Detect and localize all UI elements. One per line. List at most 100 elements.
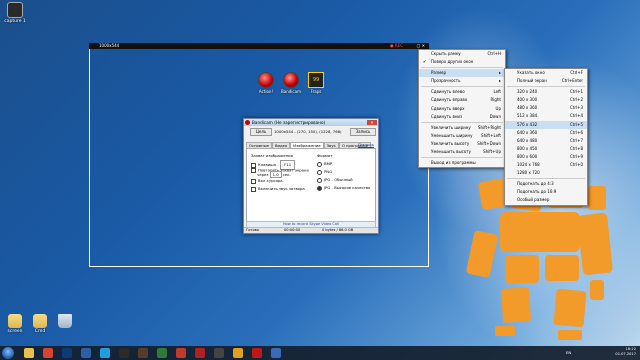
menu-item[interactable]: 1024 x 768 Ctrl+0 <box>505 161 587 169</box>
steam-icon[interactable] <box>119 348 129 358</box>
menu-item-shortcut: Ctrl+9 <box>569 153 583 159</box>
chrome-icon[interactable] <box>43 348 53 358</box>
app-icon-bandicam[interactable]: Bandicam <box>280 72 302 94</box>
explorer-icon[interactable] <box>24 348 34 358</box>
menu-item-label: Сдвинуть влево <box>431 89 465 95</box>
menu-item[interactable]: 800 x 600 Ctrl+9 <box>505 153 587 161</box>
desktop-icon-recycle[interactable] <box>52 314 78 329</box>
menu-item[interactable]: Скрыть рамку Ctrl+H <box>419 50 505 58</box>
menu-item-label: 576 x 432 <box>517 121 538 127</box>
desktop-icon-capture[interactable]: capture 1 <box>2 2 28 24</box>
menu-item[interactable]: 576 x 432 Ctrl+5 <box>505 120 587 129</box>
hotkey-checkbox[interactable] <box>251 162 256 168</box>
format-option-bmp[interactable]: BMP <box>317 160 370 168</box>
audio-icon[interactable] <box>271 348 281 358</box>
menu-item[interactable]: Увеличить ширину Shift+Right <box>419 124 505 132</box>
game-icon[interactable] <box>138 348 148 358</box>
menu-item-label: Поверх других окон <box>431 59 474 65</box>
format-option-png[interactable]: PNG <box>317 168 370 176</box>
menu-item-shortcut: Shift+Down <box>477 140 501 146</box>
menu-item[interactable]: ✔ Поверх других окон <box>419 58 505 66</box>
chrome2-icon[interactable] <box>233 348 243 358</box>
obs-icon[interactable] <box>214 348 224 358</box>
record-icon[interactable] <box>252 348 262 358</box>
word-icon[interactable] <box>157 348 167 358</box>
menu-item[interactable]: 800 x 450 Ctrl+8 <box>505 145 587 153</box>
menu-item[interactable]: Подогнать до 4:3 <box>505 180 587 188</box>
record-button[interactable]: Запись <box>350 128 376 136</box>
shutter-label: Включить звук затвора <box>258 186 305 191</box>
menu-item-label: 320 x 240 <box>517 89 538 95</box>
ps-icon[interactable] <box>81 348 91 358</box>
menu-item[interactable]: Особый размер <box>505 196 587 204</box>
radio-button[interactable] <box>317 169 322 175</box>
help-link[interactable]: Помощь <box>358 142 374 147</box>
menu-item[interactable]: Указать окно Ctrl+F <box>505 69 587 77</box>
app-icon-fraps[interactable]: 99 Fraps <box>305 72 327 94</box>
menu-item-shortcut: Up <box>495 105 501 111</box>
menu-item[interactable]: Прозрачность ▸ <box>419 77 505 85</box>
menu-item[interactable]: Сдвинуть влево Left <box>419 88 505 96</box>
menu-item[interactable]: Выход из программы <box>419 159 505 167</box>
language-indicator[interactable]: EN <box>566 350 571 355</box>
menu-item[interactable]: Сдвинуть вверх Up <box>419 105 505 113</box>
menu-item-shortcut: Ctrl+2 <box>569 97 583 103</box>
target-button[interactable]: Цель <box>250 128 272 136</box>
media-icon[interactable] <box>176 348 186 358</box>
menu-item-label: Полный экран <box>517 78 547 84</box>
cursor-checkbox[interactable] <box>251 178 256 184</box>
menu-item-label: Прозрачность <box>431 78 461 84</box>
app-icon-action[interactable]: Action! <box>255 72 277 94</box>
menu-item[interactable]: 640 x 360 Ctrl+6 <box>505 129 587 137</box>
menu-item[interactable]: 512 x 384 Ctrl+4 <box>505 112 587 120</box>
menu-item[interactable]: Сдвинуть вправо Right <box>419 96 505 104</box>
bandicam-taskbar-icon[interactable] <box>195 348 205 358</box>
menu-item[interactable]: Полный экран Ctrl+Enter <box>505 77 587 85</box>
checkmark-icon: ✔ <box>423 59 427 65</box>
bandicam-status-bar: Готово 00:00:00 0 bytes / 86.0 GB <box>244 227 378 233</box>
desktop-icon-screen[interactable]: screen <box>2 314 28 334</box>
menu-item-label: Выход из программы <box>431 160 476 166</box>
menu-item[interactable]: Уменьшить ширину Shift+Left <box>419 132 505 140</box>
menu-separator <box>421 157 503 159</box>
capture-title-bar[interactable]: 1000x544 ● REC ▢ ✕ <box>89 43 429 49</box>
menu-item-label: Скрыть рамку <box>431 51 461 56</box>
radio-button-selected[interactable] <box>317 185 322 191</box>
photoshop-icon[interactable] <box>62 348 72 358</box>
menu-item-shortcut: Ctrl+6 <box>569 129 583 135</box>
close-icon[interactable]: ✕ <box>367 120 377 125</box>
format-option-jpg-high[interactable]: JPG - Высокое качество <box>317 184 370 192</box>
size-submenu: Указать окно Ctrl+F Полный экран Ctrl+Enter… <box>504 68 588 206</box>
radio-button[interactable] <box>317 177 322 183</box>
shutter-checkbox[interactable] <box>251 186 256 192</box>
cursor-row: Вкл курсора <box>251 177 309 185</box>
bandicam-title-bar[interactable]: Bandicam (Не зарегистрировано) ✕ <box>244 119 378 126</box>
repeat-checkbox[interactable] <box>251 168 256 173</box>
start-button-icon[interactable] <box>2 347 14 359</box>
menu-item[interactable]: Подогнать до 16:9 <box>505 188 587 196</box>
menu-item[interactable]: 1280 x 720 <box>505 169 587 177</box>
menu-item[interactable]: Сдвинуть вниз Down <box>419 113 505 121</box>
menu-item[interactable]: 320 x 240 Ctrl+1 <box>505 88 587 96</box>
skype-icon[interactable] <box>100 348 110 358</box>
menu-item-label: Особый размер <box>517 197 550 203</box>
format-option-jpg-normal[interactable]: JPG - Обычный <box>317 176 370 184</box>
menu-item-label: 800 x 450 <box>517 145 538 151</box>
menu-item[interactable]: Уменьшить высоту Shift+Up <box>419 148 505 156</box>
menu-item[interactable]: Размер ▸ <box>419 69 505 78</box>
rec-button[interactable]: ● REC <box>390 43 403 49</box>
menu-item[interactable]: 480 x 360 Ctrl+3 <box>505 104 587 112</box>
menu-item-shortcut: Ctrl+5 <box>569 121 583 127</box>
menu-item[interactable]: 400 x 300 Ctrl+2 <box>505 96 587 104</box>
repeat-unit-label: сек. <box>282 172 291 177</box>
menu-item-label: Сдвинуть вверх <box>431 105 465 111</box>
desktop-icon-cmd[interactable]: Cmd <box>27 314 53 334</box>
system-clock[interactable]: 18:22 01.07.2017 <box>615 347 636 357</box>
hotkey-label: Клавиша <box>258 162 276 167</box>
menu-item[interactable]: 640 x 480 Ctrl+7 <box>505 137 587 145</box>
capture-header: Захват изображения <box>251 153 293 158</box>
menu-item[interactable]: Увеличить высоту Shift+Down <box>419 140 505 148</box>
radio-button[interactable] <box>317 161 322 167</box>
image-settings-panel: Захват изображения Клавиша F11 Повторять… <box>246 148 376 222</box>
format-header: Формат <box>317 153 333 158</box>
